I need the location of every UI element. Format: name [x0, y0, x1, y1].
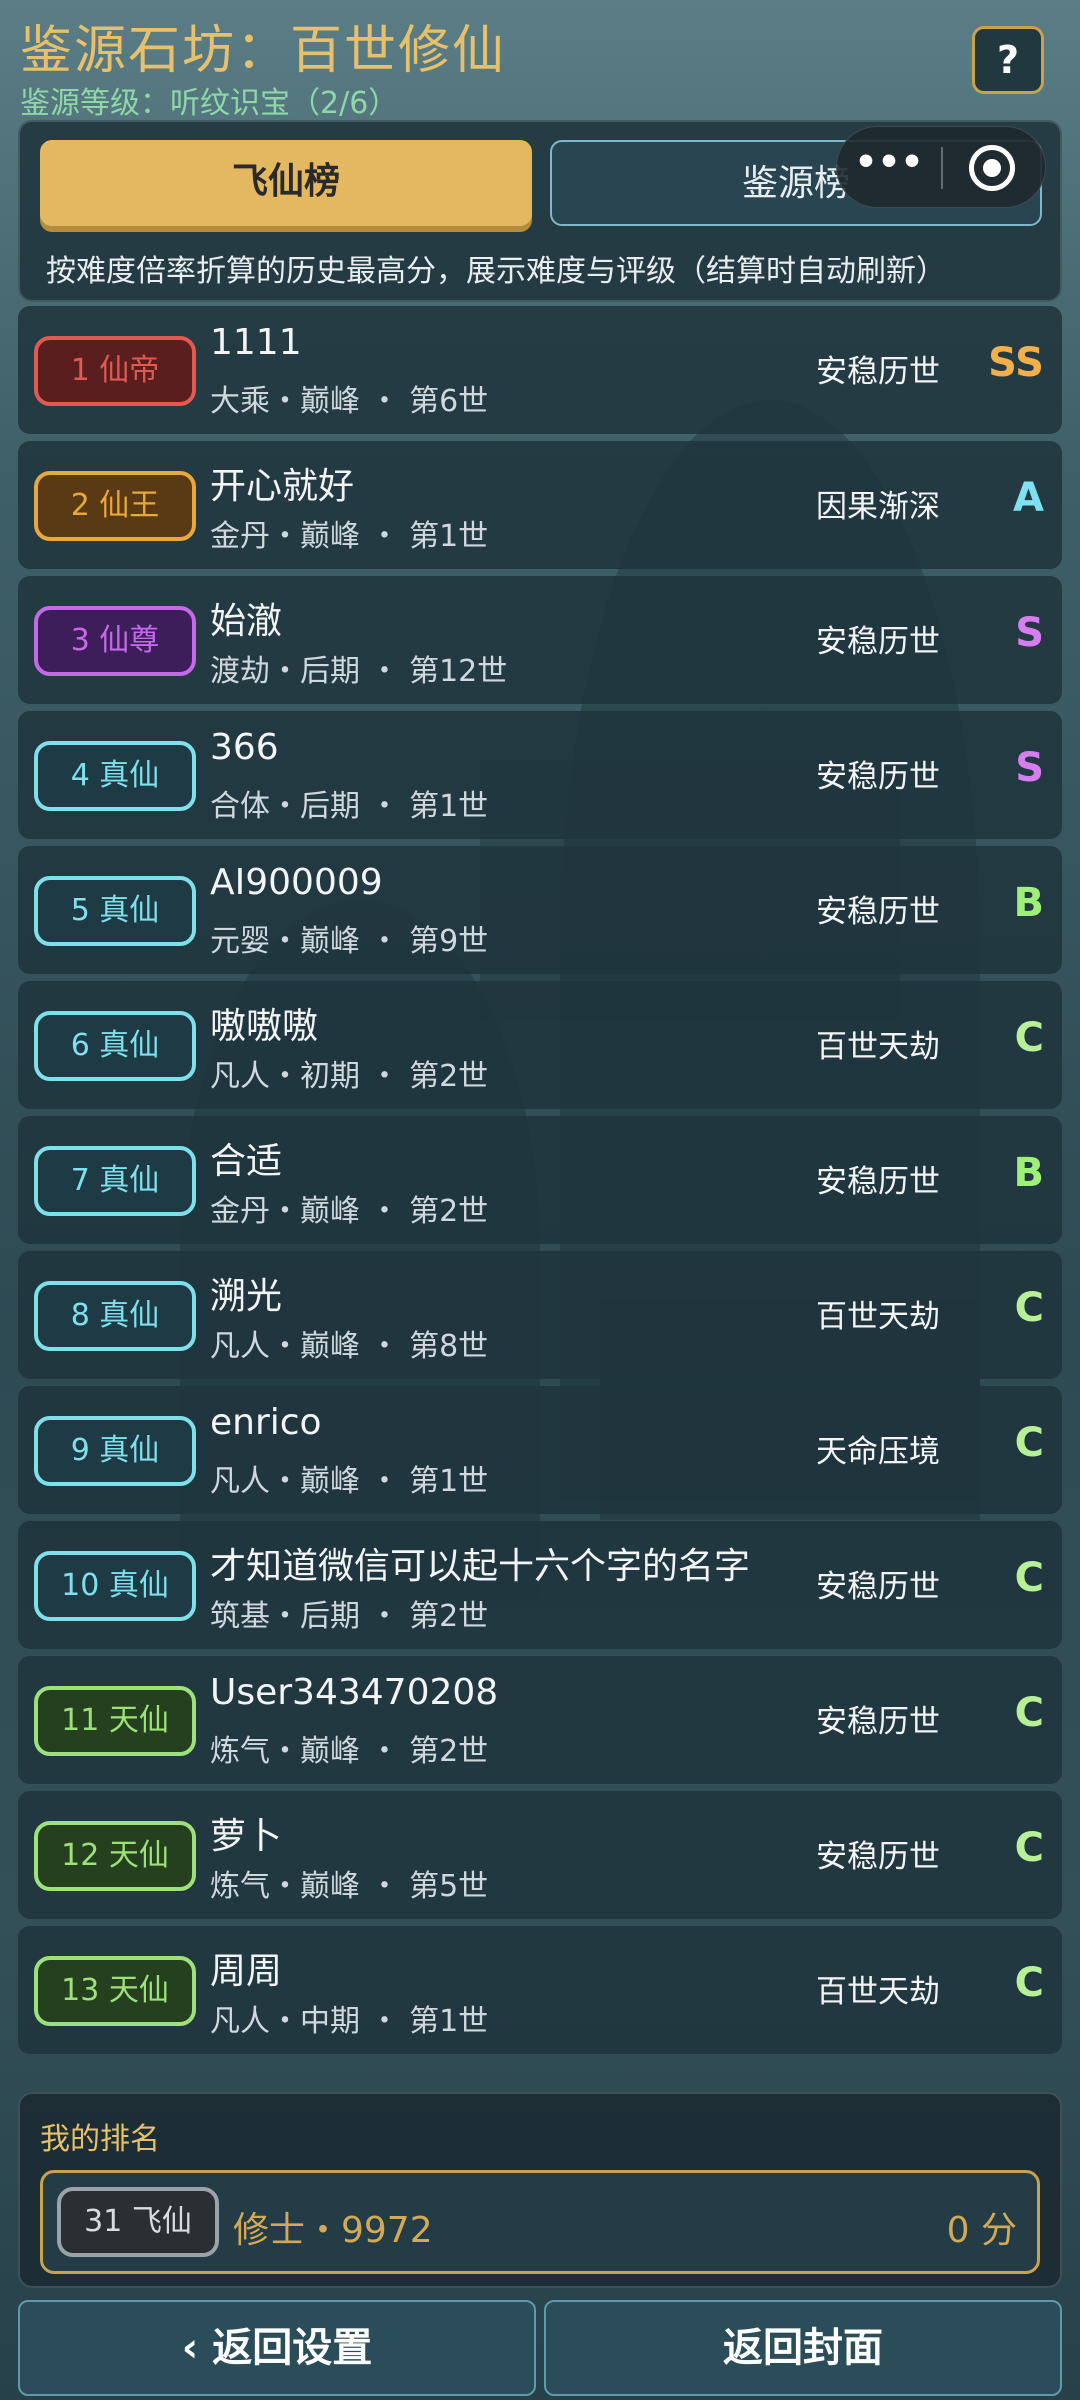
player-name: 1111: [210, 322, 302, 363]
grade-label: SS: [988, 340, 1044, 386]
rank-badge: 6 真仙: [34, 1011, 196, 1081]
player-realm-info: 凡人・初期 ・ 第2世: [210, 1059, 489, 1094]
capsule-divider: [941, 147, 943, 189]
player-name: AI900009: [210, 862, 383, 903]
player-realm-info: 筑基・后期 ・ 第2世: [210, 1599, 489, 1634]
leaderboard-row[interactable]: 7 真仙 合适金丹・巅峰 ・ 第2世 安稳历世 B: [18, 1116, 1062, 1244]
tab-feixian-leaderboard[interactable]: 飞仙榜: [40, 140, 532, 226]
header: 鉴源石坊：百世修仙 鉴源等级：听纹识宝（2/6） ?: [0, 0, 1080, 121]
difficulty-label: 百世天劫: [816, 1974, 940, 2010]
grade-label: C: [1014, 1285, 1044, 1331]
leaderboard-row[interactable]: 8 真仙 溯光凡人・巅峰 ・ 第8世 百世天劫 C: [18, 1251, 1062, 1379]
player-name: 萝卜: [210, 1816, 283, 1857]
grade-label: B: [1013, 880, 1045, 926]
leaderboard-row[interactable]: 2 仙王 开心就好金丹・巅峰 ・ 第1世 因果渐深 A: [18, 441, 1062, 569]
back-to-cover-button[interactable]: 返回封面: [544, 2300, 1062, 2396]
player-name: 周周: [210, 1951, 283, 1992]
difficulty-label: 安稳历世: [816, 759, 940, 795]
grade-label: C: [1014, 1555, 1044, 1601]
my-rank-row: 31 飞仙 修士・9972 0 分: [40, 2170, 1040, 2274]
rank-badge: 9 真仙: [34, 1416, 196, 1486]
difficulty-label: 安稳历世: [816, 1569, 940, 1605]
player-name: 合适: [210, 1141, 283, 1182]
my-score: 0 分: [946, 2210, 1017, 2251]
grade-label: C: [1014, 1420, 1044, 1466]
rank-badge: 10 真仙: [34, 1551, 196, 1621]
leaderboard-row[interactable]: 1 仙帝 1111 大乘・巅峰 ・ 第6世 安稳历世 SS: [18, 306, 1062, 434]
miniprogram-capsule: •••: [836, 126, 1046, 208]
close-miniprogram-icon[interactable]: [969, 145, 1015, 191]
player-realm-info: 合体・后期 ・ 第1世: [210, 789, 489, 824]
difficulty-label: 天命压境: [816, 1434, 940, 1470]
appraisal-level: 鉴源等级：听纹识宝（2/6）: [20, 86, 399, 121]
grade-label: A: [1013, 475, 1044, 521]
leaderboard-row[interactable]: 6 真仙 嗷嗷嗷凡人・初期 ・ 第2世 百世天劫 C: [18, 981, 1062, 1109]
difficulty-label: 安稳历世: [816, 354, 940, 390]
grade-label: C: [1014, 1960, 1044, 2006]
player-realm-info: 渡劫・后期 ・ 第12世: [210, 654, 508, 689]
rank-badge: 11 天仙: [34, 1686, 196, 1756]
difficulty-label: 安稳历世: [816, 1839, 940, 1875]
difficulty-label: 安稳历世: [816, 1704, 940, 1740]
rank-badge: 3 仙尊: [34, 606, 196, 676]
help-button[interactable]: ?: [972, 26, 1044, 94]
player-name: 366: [210, 727, 279, 768]
player-name: 始澈: [210, 601, 283, 642]
my-player-name: 修士・9972: [233, 2210, 433, 2251]
back-to-settings-button[interactable]: ‹ 返回设置: [18, 2300, 536, 2396]
player-name: User343470208: [210, 1672, 499, 1713]
player-realm-info: 元婴・巅峰 ・ 第9世: [210, 924, 489, 959]
leaderboard-row[interactable]: 9 真仙 enrico 凡人・巅峰 ・ 第1世 天命压境 C: [18, 1386, 1062, 1514]
difficulty-label: 安稳历世: [816, 1164, 940, 1200]
rank-badge: 13 天仙: [34, 1956, 196, 2026]
difficulty-label: 百世天劫: [816, 1299, 940, 1335]
player-realm-info: 凡人・中期 ・ 第1世: [210, 2004, 489, 2039]
leaderboard-row[interactable]: 12 天仙 萝卜炼气・巅峰 ・ 第5世 安稳历世 C: [18, 1791, 1062, 1919]
rank-badge: 1 仙帝: [34, 336, 196, 406]
leaderboard-row[interactable]: 4 真仙 366 合体・后期 ・ 第1世 安稳历世 S: [18, 711, 1062, 839]
player-realm-info: 金丹・巅峰 ・ 第1世: [210, 519, 489, 554]
leaderboard-row[interactable]: 5 真仙 AI900009 元婴・巅峰 ・ 第9世 安稳历世 B: [18, 846, 1062, 974]
player-realm-info: 金丹・巅峰 ・ 第2世: [210, 1194, 489, 1229]
difficulty-label: 百世天劫: [816, 1029, 940, 1065]
player-name: 溯光: [210, 1276, 283, 1317]
leaderboard-row[interactable]: 11 天仙 User343470208 炼气・巅峰 ・ 第2世 安稳历世 C: [18, 1656, 1062, 1784]
player-name: 才知道微信可以起十六个字的名字: [210, 1546, 751, 1587]
rank-badge: 12 天仙: [34, 1821, 196, 1891]
player-name: enrico: [210, 1402, 322, 1443]
leaderboard-description: 按难度倍率折算的历史最高分，展示难度与评级（结算时自动刷新）: [46, 254, 946, 289]
player-realm-info: 大乘・巅峰 ・ 第6世: [210, 384, 489, 419]
grade-label: S: [1015, 610, 1044, 656]
grade-label: C: [1014, 1015, 1044, 1061]
leaderboard-row[interactable]: 13 天仙 周周凡人・中期 ・ 第1世 百世天劫 C: [18, 1926, 1062, 2054]
difficulty-label: 安稳历世: [816, 624, 940, 660]
rank-badge: 4 真仙: [34, 741, 196, 811]
leaderboard-list[interactable]: 1 仙帝 1111 大乘・巅峰 ・ 第6世 安稳历世 SS 2 仙王 开心就好 金丹・巅峰 ・…: [18, 306, 1062, 2084]
grade-label: C: [1014, 1690, 1044, 1736]
page-title: 鉴源石坊：百世修仙: [20, 21, 507, 81]
rank-badge: 2 仙王: [34, 471, 196, 541]
more-options-icon[interactable]: •••: [837, 127, 941, 209]
grade-label: B: [1013, 1150, 1045, 1196]
rank-badge: 7 真仙: [34, 1146, 196, 1216]
my-rank-label: 我的排名: [40, 2122, 160, 2157]
player-realm-info: 炼气・巅峰 ・ 第2世: [210, 1734, 489, 1769]
difficulty-label: 安稳历世: [816, 894, 940, 930]
difficulty-label: 因果渐深: [816, 489, 940, 525]
player-name: 开心就好: [210, 466, 355, 507]
grade-label: S: [1015, 745, 1044, 791]
grade-label: C: [1014, 1825, 1044, 1871]
leaderboard-row[interactable]: 10 真仙 才知道微信可以起十六个字的名字筑基・后期 ・ 第2世 安稳历世 C: [18, 1521, 1062, 1649]
player-realm-info: 炼气・巅峰 ・ 第5世: [210, 1869, 489, 1904]
player-realm-info: 凡人・巅峰 ・ 第1世: [210, 1464, 489, 1499]
player-realm-info: 凡人・巅峰 ・ 第8世: [210, 1329, 489, 1364]
rank-badge: 8 真仙: [34, 1281, 196, 1351]
my-rank-panel: 我的排名 31 飞仙 修士・9972 0 分: [18, 2092, 1062, 2288]
player-name: 嗷嗷嗷: [210, 1006, 319, 1047]
rank-badge: 5 真仙: [34, 876, 196, 946]
leaderboard-row[interactable]: 3 仙尊 始澈渡劫・后期 ・ 第12世 安稳历世 S: [18, 576, 1062, 704]
my-rank-badge: 31 飞仙: [57, 2187, 219, 2257]
